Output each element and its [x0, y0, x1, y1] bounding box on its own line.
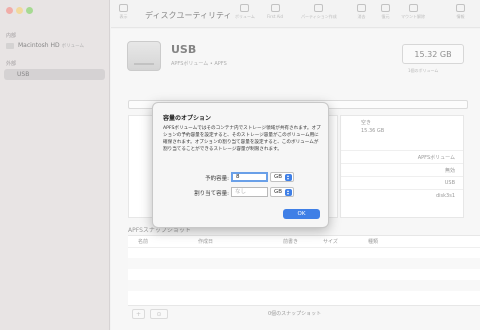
dialog-title: 容量のオプション	[163, 115, 212, 122]
reserved-unit-select[interactable]: GB	[270, 172, 294, 182]
quota-capacity-input[interactable]	[231, 187, 268, 197]
dialog-description: APFSボリュームではそのコンテナ内でストレージ領域が共有されます。オプションの…	[163, 126, 321, 152]
reserved-capacity-input[interactable]	[231, 172, 268, 182]
ok-button[interactable]: OK	[283, 209, 320, 219]
capacity-options-dialog: 容量のオプション APFSボリュームではそのコンテナ内でストレージ領域が共有され…	[152, 102, 329, 228]
quota-unit-select[interactable]: GB	[270, 187, 294, 197]
reserved-capacity-label: 予約容量:	[205, 176, 229, 182]
unit-label: GB	[274, 189, 283, 195]
stepper-icon	[285, 174, 292, 181]
quota-capacity-label: 割り当て容量:	[194, 191, 229, 197]
stepper-icon	[285, 189, 292, 196]
disk-utility-window: 内部 Macintosh HD ボリューム 外部 USB 表示 ディスクユーティ…	[0, 0, 480, 330]
unit-label: GB	[274, 174, 283, 180]
